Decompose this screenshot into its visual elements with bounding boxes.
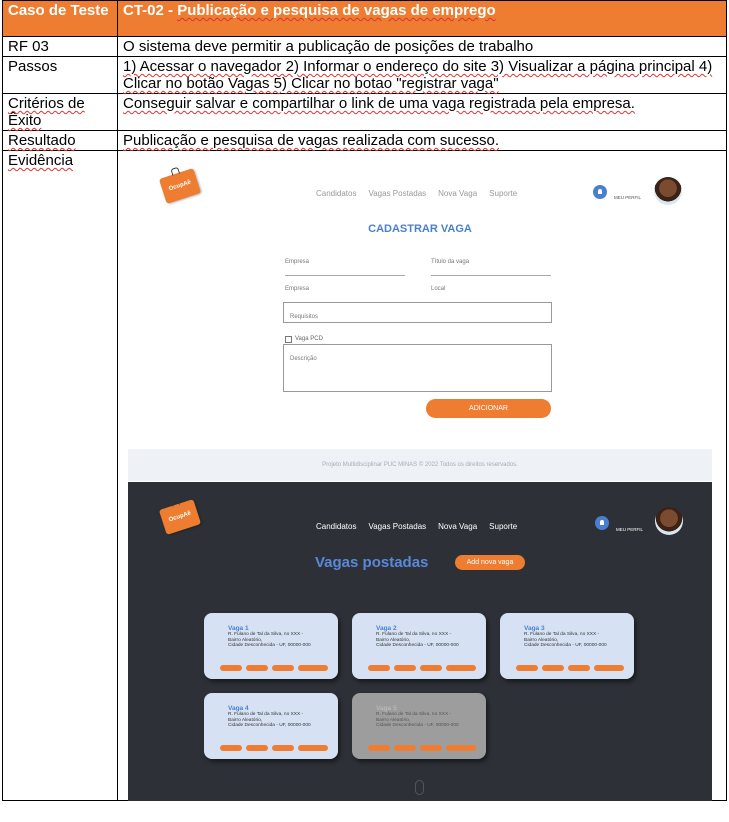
descricao-field[interactable]: Descrição: [283, 344, 552, 392]
avatar[interactable]: [655, 507, 683, 535]
card-action-button[interactable]: [298, 745, 328, 751]
card-actions: [220, 745, 328, 751]
card-action-button[interactable]: [246, 665, 268, 671]
add-job-button[interactable]: Add nova vaga: [455, 555, 525, 570]
evidence-screenshots: OcupAê Candidatos Vagas Postadas Nova Va…: [128, 151, 712, 801]
row-value: O sistema deve permitir a publicação de …: [117, 36, 727, 57]
card-action-button[interactable]: [368, 745, 390, 751]
card-title: Vaga 2: [376, 625, 397, 632]
row-value: Publicação e pesquisa de vagas realizada…: [117, 130, 727, 151]
footer: Projeto Multidisciplinar PUC MINAS © 202…: [128, 449, 712, 481]
card-action-button[interactable]: [394, 665, 416, 671]
card-action-button[interactable]: [594, 665, 624, 671]
card-action-button[interactable]: [272, 665, 294, 671]
row-label: Evidência: [2, 150, 118, 801]
bell-icon[interactable]: [595, 516, 609, 530]
titulo-field[interactable]: Título da vaga: [431, 254, 551, 276]
form-title: CADASTRAR VAGA: [368, 223, 472, 235]
card-action-button[interactable]: [516, 665, 538, 671]
card-action-button[interactable]: [542, 665, 564, 671]
top-nav: Candidatos Vagas Postadas Nova Vaga Supo…: [316, 518, 517, 535]
card-title: Vaga 4: [228, 705, 249, 712]
profile-label[interactable]: MEU PERFIL: [616, 521, 643, 538]
row-value: Conseguir salvar e compartilhar o link d…: [117, 93, 727, 131]
card-address: Cidade Desconhecida - UF, 00000-000: [228, 723, 311, 728]
card-action-button[interactable]: [420, 745, 442, 751]
top-nav: Candidatos Vagas Postadas Nova Vaga Supo…: [316, 185, 517, 202]
avatar[interactable]: [654, 177, 682, 205]
row-label: Resultado: [2, 130, 118, 151]
empresa-field[interactable]: Empresa: [285, 254, 405, 276]
row-value: 1) Acessar o navegador 2) Informar o end…: [117, 56, 727, 94]
nav-nova-vaga[interactable]: Nova Vaga: [438, 518, 477, 535]
nav-suporte[interactable]: Suporte: [489, 185, 517, 202]
bell-icon[interactable]: [593, 185, 607, 199]
card-title: Vaga 5: [376, 705, 397, 712]
row-passos: Passos 1) Acessar o navegador 2) Informa…: [2, 56, 727, 94]
card-action-button[interactable]: [420, 665, 442, 671]
logo-icon: OcupAê: [158, 499, 202, 535]
requisitos-field[interactable]: Requisitos: [283, 302, 552, 323]
row-label: Passos: [2, 56, 118, 94]
scroll-mouse-icon: [415, 780, 424, 795]
nav-vagas-postadas[interactable]: Vagas Postadas: [368, 185, 426, 202]
card-action-button[interactable]: [220, 745, 242, 751]
posted-jobs-screen: OcupAê Candidatos Vagas Postadas Nova Va…: [128, 482, 712, 801]
card-action-button[interactable]: [446, 665, 476, 671]
card-title: Vaga 3: [524, 625, 545, 632]
card-actions: [516, 665, 624, 671]
row-resultado: Resultado Publicação e pesquisa de vagas…: [2, 130, 727, 151]
nav-nova-vaga[interactable]: Nova Vaga: [438, 185, 477, 202]
row-evidencia: Evidência OcupAê Candidatos Vagas Postad…: [2, 150, 727, 801]
job-card-3[interactable]: Vaga 3 R. Fulano de Tal da Silva, no XXX…: [500, 613, 634, 679]
nav-candidatos[interactable]: Candidatos: [316, 518, 356, 535]
card-actions: [368, 665, 476, 671]
card-action-button[interactable]: [394, 745, 416, 751]
evidence-cell: OcupAê Candidatos Vagas Postadas Nova Va…: [117, 150, 727, 801]
job-card-2[interactable]: Vaga 2 R. Fulano de Tal da Silva, no XXX…: [352, 613, 486, 679]
card-address: Cidade Desconhecida - UF, 00000-000: [228, 643, 311, 648]
card-action-button[interactable]: [298, 665, 328, 671]
checkbox-icon[interactable]: [285, 336, 292, 343]
card-address: Cidade Desconhecida - UF, 00000-000: [376, 643, 459, 648]
job-card-5[interactable]: Vaga 5 R. Fulano de Tal da Silva, no XXX…: [352, 693, 486, 759]
register-job-screen: OcupAê Candidatos Vagas Postadas Nova Va…: [128, 151, 712, 481]
card-address: Cidade Desconhecida - UF, 00000-000: [524, 643, 607, 648]
card-action-button[interactable]: [246, 745, 268, 751]
nav-suporte[interactable]: Suporte: [489, 518, 517, 535]
row-label: Critérios de Êxito: [2, 93, 118, 131]
card-action-button[interactable]: [368, 665, 390, 671]
row-label: RF 03: [2, 36, 118, 57]
adicionar-button[interactable]: ADICIONAR: [426, 399, 551, 418]
card-address: Cidade Desconhecida - UF, 00000-000: [376, 723, 459, 728]
header-value: CT-02 - Publicação e pesquisa de vagas d…: [117, 0, 727, 37]
local-field[interactable]: Local: [431, 281, 551, 303]
logo-icon: OcupAê: [158, 168, 202, 204]
empresa-field-2[interactable]: Empresa: [285, 281, 405, 303]
header-row: Caso de Teste CT-02 - Publicação e pesqu…: [2, 0, 727, 37]
row-rf: RF 03 O sistema deve permitir a publicaç…: [2, 36, 727, 57]
job-card-1[interactable]: Vaga 1 R. Fulano de Tal da Silva, no XXX…: [204, 613, 338, 679]
nav-vagas-postadas[interactable]: Vagas Postadas: [368, 518, 426, 535]
card-action-button[interactable]: [568, 665, 590, 671]
card-action-button[interactable]: [220, 665, 242, 671]
test-case-table: Caso de Teste CT-02 - Publicação e pesqu…: [2, 0, 727, 801]
nav-candidatos[interactable]: Candidatos: [316, 185, 356, 202]
card-action-button[interactable]: [272, 745, 294, 751]
header-label: Caso de Teste: [2, 0, 118, 37]
card-title: Vaga 1: [228, 625, 249, 632]
card-actions: [220, 665, 328, 671]
card-actions: [368, 745, 476, 751]
posted-title: Vagas postadas: [315, 554, 429, 571]
profile-label[interactable]: MEU PERFIL: [614, 189, 641, 206]
row-criterios: Critérios de Êxito Conseguir salvar e co…: [2, 93, 727, 131]
job-card-4[interactable]: Vaga 4 R. Fulano de Tal da Silva, no XXX…: [204, 693, 338, 759]
card-action-button[interactable]: [446, 745, 476, 751]
